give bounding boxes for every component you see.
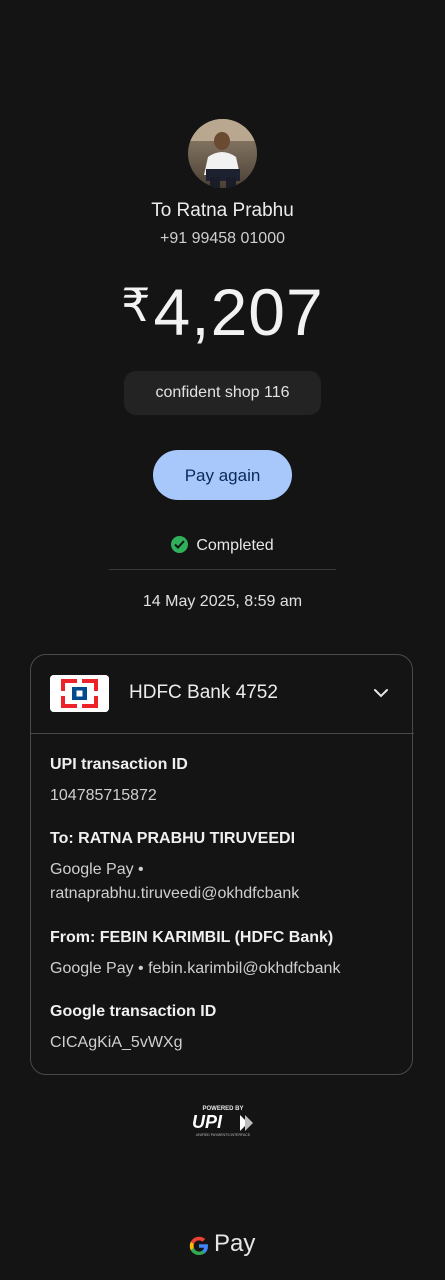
divider: [109, 569, 336, 570]
avatar-photo-icon: [188, 119, 257, 188]
status-row: Completed: [0, 536, 445, 555]
detail-label: To: RATNA PRABHU TIRUVEEDI: [50, 830, 296, 847]
detail-label: Google transaction ID: [50, 1003, 217, 1020]
bank-account-header[interactable]: HDFC Bank 4752: [31, 655, 414, 734]
payment-amount: ₹4,207: [0, 274, 445, 350]
currency-symbol: ₹: [121, 279, 152, 331]
detail-from-account: From: FEBIN KARIMBIL (HDFC Bank) Google …: [50, 929, 400, 981]
transaction-date: 14 May 2025, 8:59 am: [142, 593, 303, 610]
upi-logo-icon: POWERED BY UPI UNIFIED PAYMENTS INTERFAC…: [192, 1106, 253, 1137]
pay-again-button[interactable]: Pay again: [153, 450, 292, 500]
amount-value: 4,207: [153, 275, 324, 349]
detail-value[interactable]: Google Pay • febin.karimbil@okhdfcbank: [50, 957, 400, 981]
detail-value[interactable]: 104785715872: [50, 784, 400, 808]
detail-value[interactable]: CICAgKiA_5vWXg: [50, 1031, 400, 1055]
recipient-name: To Ratna Prabhu: [151, 200, 294, 221]
detail-upi-transaction-id: UPI transaction ID 104785715872: [50, 756, 400, 808]
detail-google-transaction-id: Google transaction ID CICAgKiA_5vWXg: [50, 1003, 400, 1055]
upi-tagline: UNIFIED PAYMENTS INTERFACE: [196, 1133, 251, 1137]
google-pay-logo: Pay: [186, 1228, 266, 1262]
chevron-down-icon[interactable]: [371, 683, 391, 703]
detail-value[interactable]: Google Pay • ratnaprabhu.tiruveedi@okhdf…: [50, 858, 400, 906]
check-circle-icon: [171, 536, 189, 553]
status-label: Completed: [196, 537, 274, 554]
detail-label: From: FEBIN KARIMBIL (HDFC Bank): [50, 929, 334, 946]
bank-account-name: HDFC Bank 4752: [129, 682, 278, 703]
recipient-avatar[interactable]: [188, 119, 257, 188]
upi-text: UPI: [192, 1112, 223, 1132]
detail-label: UPI transaction ID: [50, 756, 188, 773]
google-g-icon: [189, 1236, 208, 1255]
payment-note: confident shop 116: [124, 371, 321, 415]
gpay-text: Pay: [214, 1230, 256, 1257]
recipient-phone: +91 99458 01000: [159, 230, 285, 247]
hdfc-bank-logo-icon: [50, 675, 109, 712]
transaction-details-card: HDFC Bank 4752 UPI transaction ID 104785…: [30, 654, 414, 1075]
detail-to-account: To: RATNA PRABHU TIRUVEEDI Google Pay • …: [50, 830, 400, 906]
